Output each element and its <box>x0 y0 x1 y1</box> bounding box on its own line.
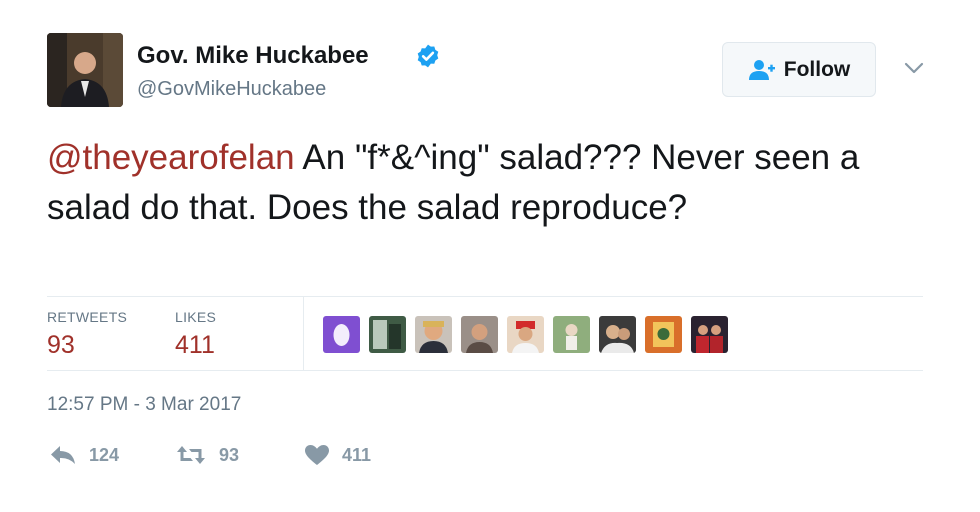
verified-badge-icon <box>417 44 439 68</box>
heart-icon <box>305 445 329 465</box>
profile-handle[interactable]: @GovMikeHuckabee <box>137 78 326 101</box>
add-user-icon <box>748 59 775 80</box>
likers-avatars <box>323 316 737 353</box>
liker-avatar[interactable] <box>461 316 498 353</box>
reply-count: 124 <box>89 444 120 465</box>
reply-button[interactable]: 124 <box>49 444 119 466</box>
divider <box>47 370 923 371</box>
follow-button[interactable]: Follow <box>722 42 876 97</box>
reply-icon <box>51 446 75 464</box>
mention-link[interactable]: @theyearofelan <box>47 138 295 177</box>
liker-avatar[interactable] <box>553 316 590 353</box>
liker-avatar[interactable] <box>323 316 360 353</box>
like-button[interactable]: 411 <box>304 444 371 466</box>
divider <box>47 296 923 297</box>
tweet-text: @theyearofelan An "f*&^ing" salad??? Nev… <box>47 133 927 233</box>
likes-label: LIKES <box>175 309 217 325</box>
chevron-down-icon[interactable] <box>903 61 925 75</box>
tweet-timestamp[interactable]: 12:57 PM - 3 Mar 2017 <box>47 394 241 416</box>
stats-separator <box>303 297 304 370</box>
liker-avatar[interactable] <box>645 316 682 353</box>
likes-count[interactable]: 411 <box>175 331 215 360</box>
liker-avatar[interactable] <box>599 316 636 353</box>
like-count: 411 <box>342 444 372 465</box>
liker-avatar[interactable] <box>507 316 544 353</box>
retweets-count[interactable]: 93 <box>47 331 75 360</box>
profile-name[interactable]: Gov. Mike Huckabee <box>137 42 369 70</box>
profile-avatar[interactable] <box>47 33 123 107</box>
retweets-label: RETWEETS <box>47 309 128 325</box>
retweet-icon <box>177 446 205 464</box>
retweet-button[interactable]: 93 <box>175 444 239 466</box>
liker-avatar[interactable] <box>369 316 406 353</box>
retweet-count: 93 <box>219 444 240 465</box>
liker-avatar[interactable] <box>415 316 452 353</box>
liker-avatar[interactable] <box>691 316 728 353</box>
follow-button-label: Follow <box>783 57 851 81</box>
